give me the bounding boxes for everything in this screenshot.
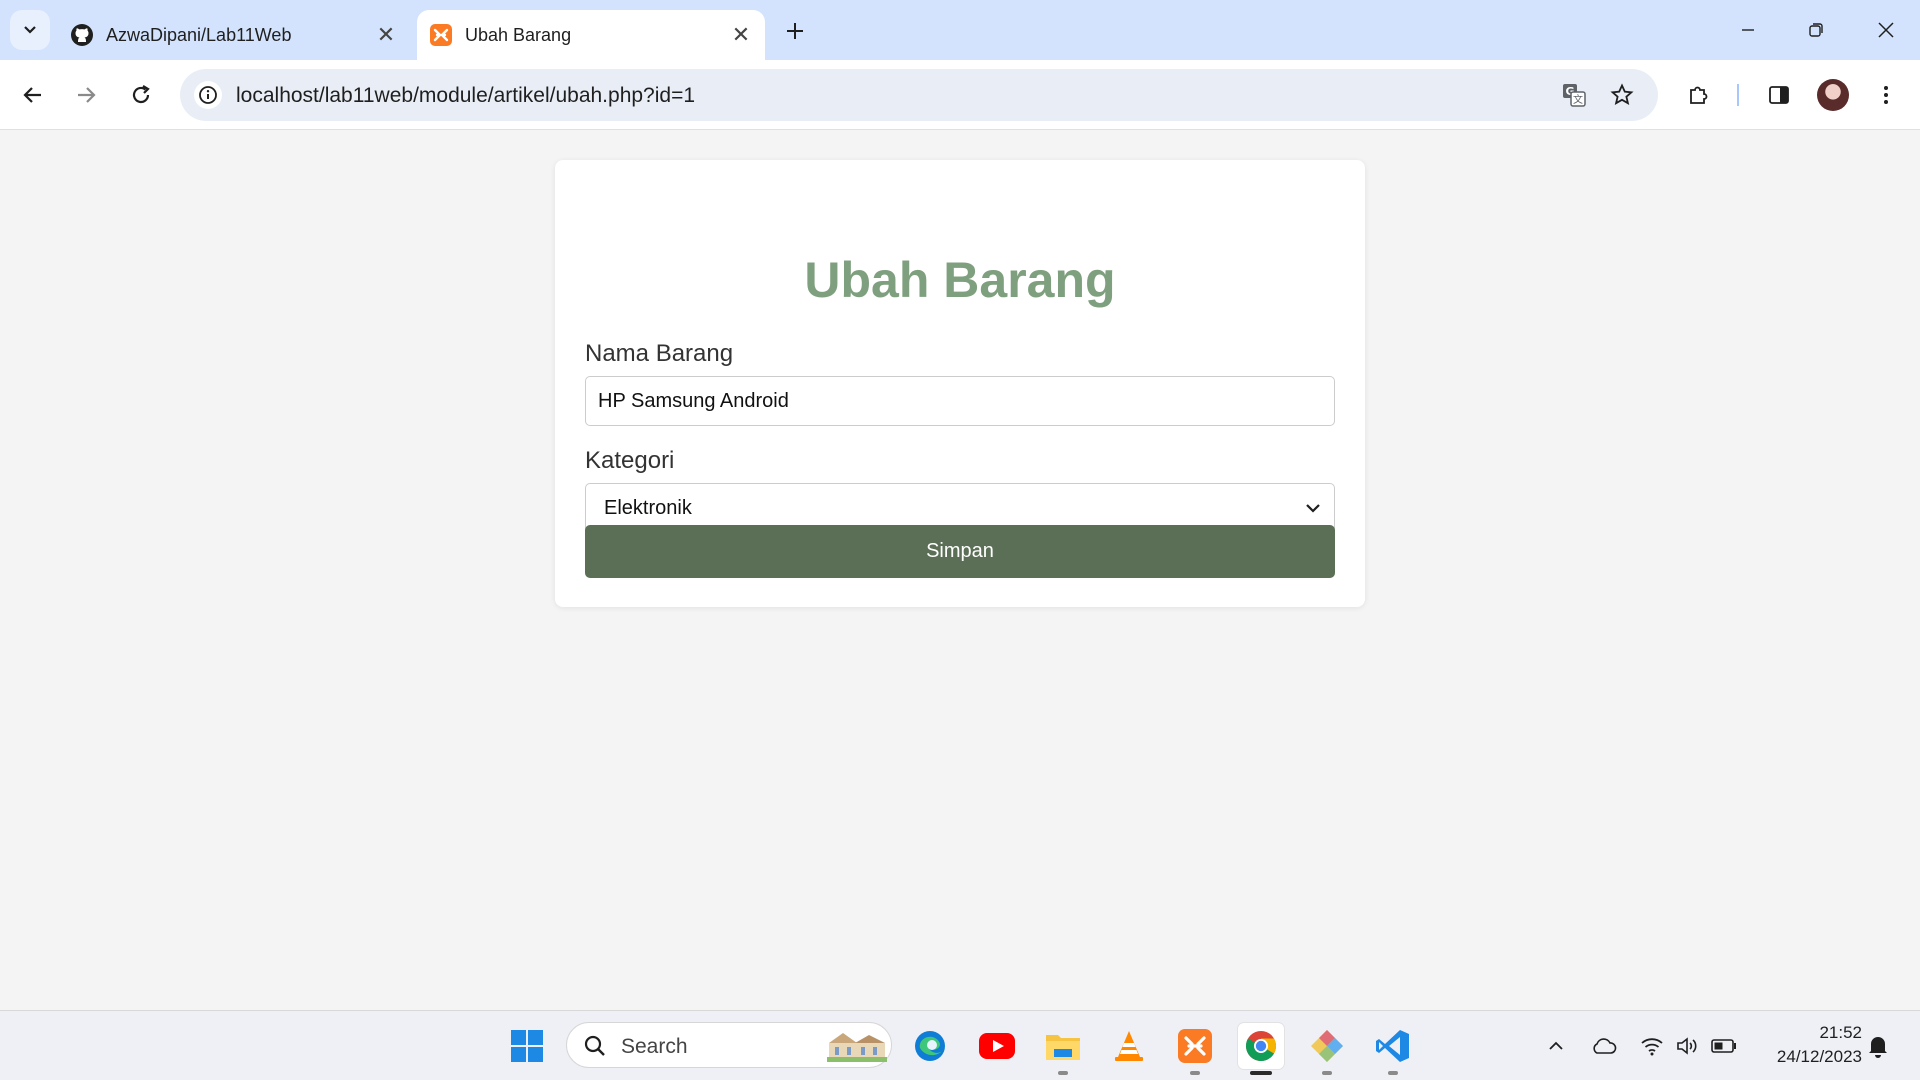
tray-overflow-button[interactable]	[1541, 1031, 1571, 1061]
tab-title: AzwaDipani/Lab11Web	[106, 24, 292, 45]
browser-menu-icon[interactable]	[1868, 77, 1904, 113]
git-icon	[1311, 1030, 1343, 1062]
page-viewport: Ubah Barang Nama Barang HP Samsung Andro…	[0, 130, 1920, 1010]
page-title: Ubah Barang	[804, 252, 1116, 308]
translate-icon[interactable]: G文	[1560, 81, 1588, 109]
notifications-button[interactable]	[1863, 1031, 1893, 1061]
clock-date: 24/12/2023	[1776, 1047, 1862, 1066]
tray-battery[interactable]	[1709, 1031, 1739, 1061]
reload-icon	[132, 85, 150, 104]
system-clock[interactable]: 21:52 24/12/2023	[1752, 1021, 1862, 1069]
vlc-icon	[1115, 1031, 1143, 1061]
vscode-icon	[1376, 1030, 1409, 1062]
nama-barang-input[interactable]: HP Samsung Android	[585, 376, 1335, 426]
nama-barang-value: HP Samsung Android	[598, 389, 789, 412]
tab-ubah-barang[interactable]: Ubah Barang ✕	[417, 10, 765, 60]
extensions-icon[interactable]	[1681, 77, 1717, 113]
bookmark-star-icon[interactable]	[1608, 81, 1636, 109]
side-panel-icon[interactable]	[1761, 77, 1797, 113]
close-window-button[interactable]	[1852, 0, 1920, 60]
github-icon	[70, 23, 94, 47]
simpan-button[interactable]: Simpan	[585, 525, 1335, 578]
running-indicator	[1388, 1071, 1398, 1075]
close-tab-icon[interactable]: ✕	[372, 21, 400, 49]
battery-icon	[1711, 1039, 1736, 1053]
close-icon	[1878, 22, 1894, 38]
site-info-icon[interactable]	[194, 81, 222, 109]
profile-avatar[interactable]	[1815, 77, 1851, 113]
browser-toolbar: localhost/lab11web/module/artikel/ubah.p…	[0, 60, 1920, 130]
taskbar-git[interactable]	[1304, 1023, 1350, 1075]
windows-start-icon	[511, 1030, 543, 1062]
minimize-button[interactable]	[1714, 0, 1782, 60]
wifi-icon	[1641, 1038, 1663, 1056]
svg-text:文: 文	[1573, 93, 1583, 106]
forward-button[interactable]	[66, 75, 106, 115]
xampp-icon	[429, 23, 453, 47]
url-text[interactable]: localhost/lab11web/module/artikel/ubah.p…	[236, 84, 695, 108]
tab-github[interactable]: AzwaDipani/Lab11Web ✕	[58, 10, 410, 60]
restore-button[interactable]	[1782, 0, 1850, 60]
taskbar-xampp[interactable]	[1172, 1023, 1218, 1075]
bell-icon	[1869, 1037, 1887, 1058]
chrome-icon	[1246, 1031, 1276, 1062]
minimize-icon	[1742, 29, 1754, 31]
tab-search-button[interactable]	[10, 10, 50, 50]
search-highlight-image-icon	[827, 1033, 887, 1062]
taskbar-search[interactable]: Search	[566, 1022, 892, 1068]
arrow-right-icon	[78, 87, 96, 103]
taskbar-vscode[interactable]	[1370, 1023, 1416, 1075]
plus-icon	[787, 23, 803, 39]
cloud-icon	[1593, 1038, 1617, 1054]
taskbar-youtube[interactable]	[974, 1023, 1020, 1069]
search-placeholder: Search	[621, 1035, 688, 1058]
reload-button[interactable]	[121, 75, 161, 115]
new-tab-button[interactable]	[778, 14, 812, 48]
active-indicator	[1250, 1071, 1272, 1075]
simpan-button-label: Simpan	[926, 540, 994, 562]
close-tab-icon[interactable]: ✕	[727, 21, 755, 49]
xampp-icon	[1178, 1029, 1212, 1063]
toolbar-separator	[1737, 84, 1739, 106]
chevron-down-icon	[24, 26, 36, 34]
taskbar-edge[interactable]	[907, 1023, 953, 1069]
tray-volume[interactable]	[1673, 1031, 1703, 1061]
running-indicator	[1058, 1071, 1068, 1075]
running-indicator	[1322, 1071, 1332, 1075]
tab-title: Ubah Barang	[465, 24, 572, 45]
nama-barang-label: Nama Barang	[585, 340, 734, 367]
chevron-up-icon	[1549, 1041, 1563, 1050]
tray-onedrive[interactable]	[1589, 1031, 1619, 1061]
chevron-down-icon	[1306, 504, 1320, 513]
taskbar-vlc[interactable]	[1106, 1023, 1152, 1069]
avatar	[1817, 79, 1849, 111]
back-button[interactable]	[13, 75, 53, 115]
edge-icon	[915, 1031, 945, 1061]
kategori-selected-value: Elektronik	[604, 496, 692, 519]
edit-form-card: Ubah Barang Nama Barang HP Samsung Andro…	[555, 160, 1365, 607]
taskbar-chrome[interactable]	[1238, 1023, 1284, 1075]
restore-icon	[1809, 23, 1823, 37]
address-bar[interactable]: localhost/lab11web/module/artikel/ubah.p…	[180, 69, 1658, 121]
kategori-label: Kategori	[585, 447, 675, 474]
arrow-left-icon	[23, 87, 41, 103]
youtube-icon	[979, 1033, 1015, 1059]
windows-taskbar: Search 21:52 24/12/2023	[0, 1010, 1920, 1080]
search-icon	[584, 1035, 605, 1056]
clock-time: 21:52	[1819, 1023, 1862, 1042]
tab-strip: AzwaDipani/Lab11Web ✕ Ubah Barang ✕	[0, 0, 1920, 60]
start-button[interactable]	[504, 1023, 550, 1069]
volume-icon	[1677, 1037, 1697, 1055]
running-indicator	[1190, 1071, 1200, 1075]
taskbar-file-explorer[interactable]	[1040, 1023, 1086, 1075]
folder-icon	[1046, 1035, 1080, 1060]
tray-wifi[interactable]	[1637, 1031, 1667, 1061]
